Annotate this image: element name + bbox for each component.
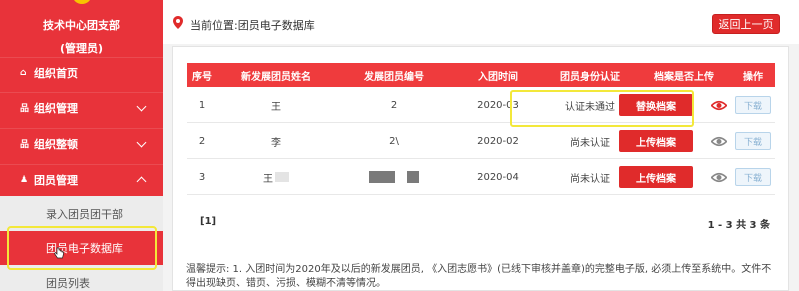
member-number: 2 <box>390 99 398 111</box>
hand-cursor-icon <box>54 247 64 259</box>
upload-file-button[interactable]: 上传档案 <box>619 130 693 152</box>
sidebar-item-label: 组织管理 <box>34 101 78 115</box>
redacted-text <box>275 172 289 182</box>
sidebar-item-label: 组织首页 <box>34 66 78 80</box>
column-header: 序号 <box>192 71 212 83</box>
org-icon: 品 <box>20 140 30 150</box>
sidebar-subitem-register[interactable]: 录入团员团干部 <box>0 199 163 229</box>
table-header: 序号 新发展团员姓名 发展团员编号 入团时间 团员身份认证 档案是否上传 操作 <box>187 63 775 87</box>
row-index: 1 <box>198 99 206 111</box>
org-name: 技术中心团支部 <box>43 19 120 32</box>
sidebar-header: 技术中心团支部 (管理员) <box>0 0 163 60</box>
join-date: 2020-04 <box>477 171 519 183</box>
actions-cell: 下载 <box>711 87 775 123</box>
member-name: 王 <box>263 173 273 185</box>
member-name-cell: 王 <box>217 159 335 195</box>
back-button[interactable]: 返回上一页 <box>712 14 780 34</box>
sidebar-item-home[interactable]: ⌂ 组织首页 <box>0 57 163 87</box>
table-row: 3 王 2020-04 尚未认证 上传档案 下载 <box>187 159 775 195</box>
highlight-box <box>7 226 157 270</box>
sidebar-item-org-manage[interactable]: 品 组织管理 <box>0 92 163 122</box>
column-header: 入团时间 <box>478 71 518 83</box>
redacted-text <box>369 171 395 183</box>
pagination[interactable]: [1] <box>200 216 216 227</box>
upload-cell: 上传档案 <box>609 159 703 195</box>
user-role: (管理员) <box>59 42 104 55</box>
column-header: 操作 <box>743 71 763 83</box>
join-date: 2020-02 <box>477 135 519 147</box>
upload-file-button[interactable]: 上传档案 <box>619 166 693 188</box>
top-bar: 当前位置:团员电子数据库 返回上一页 <box>163 0 799 44</box>
chevron-down-icon <box>136 137 147 148</box>
sidebar-subitem-member-list[interactable]: 团员列表 <box>0 268 163 291</box>
sidebar-item-label: 组织整顿 <box>34 137 78 151</box>
user-group-icon: ♟ <box>20 174 29 185</box>
record-count: 1 - 3 共 3 条 <box>707 220 770 231</box>
home-icon: ⌂ <box>20 67 27 78</box>
redacted-text <box>407 171 419 183</box>
sidebar-subitem-label: 团员列表 <box>46 277 90 290</box>
eye-icon[interactable] <box>711 136 727 147</box>
eye-icon[interactable] <box>711 100 727 111</box>
member-name: 王 <box>271 101 281 113</box>
column-header: 发展团员编号 <box>364 71 424 83</box>
download-button[interactable]: 下载 <box>735 168 771 186</box>
chevron-down-icon <box>136 101 147 112</box>
chevron-up-icon <box>136 176 147 187</box>
row-index: 2 <box>198 135 206 147</box>
upload-cell: 上传档案 <box>609 123 703 159</box>
download-button[interactable]: 下载 <box>735 132 771 150</box>
member-name: 李 <box>271 137 281 149</box>
table-row: 2 李 2\ 2020-02 尚未认证 上传档案 下载 <box>187 123 775 159</box>
eye-icon[interactable] <box>711 172 727 183</box>
highlight-box <box>510 90 694 127</box>
main-panel: 序号 新发展团员姓名 发展团员编号 入团时间 团员身份认证 档案是否上传 操作 … <box>172 46 789 291</box>
sidebar-item-org-rectify[interactable]: 品 组织整顿 <box>0 128 163 158</box>
sidebar-subitem-label: 录入团员团干部 <box>46 208 123 221</box>
sidebar-item-label: 团员管理 <box>34 173 78 187</box>
download-button[interactable]: 下载 <box>735 96 771 114</box>
actions-cell: 下载 <box>711 123 775 159</box>
column-header: 新发展团员姓名 <box>241 71 311 83</box>
org-icon: 品 <box>20 104 30 114</box>
sidebar-item-member-manage[interactable]: ♟ 团员管理 <box>0 164 163 194</box>
tip-text: 温馨提示: 1. 入团时间为2020年及以后的新发展团员, 《入团志愿书》(已线… <box>186 264 772 289</box>
row-index: 3 <box>198 171 206 183</box>
member-number: 2\ <box>389 135 399 147</box>
actions-cell: 下载 <box>711 159 775 195</box>
member-number-cell <box>335 159 453 195</box>
location-pin-icon <box>173 16 183 29</box>
logo-icon <box>72 0 92 4</box>
breadcrumb: 当前位置:团员电子数据库 <box>190 19 315 32</box>
column-header: 团员身份认证 <box>560 71 620 83</box>
